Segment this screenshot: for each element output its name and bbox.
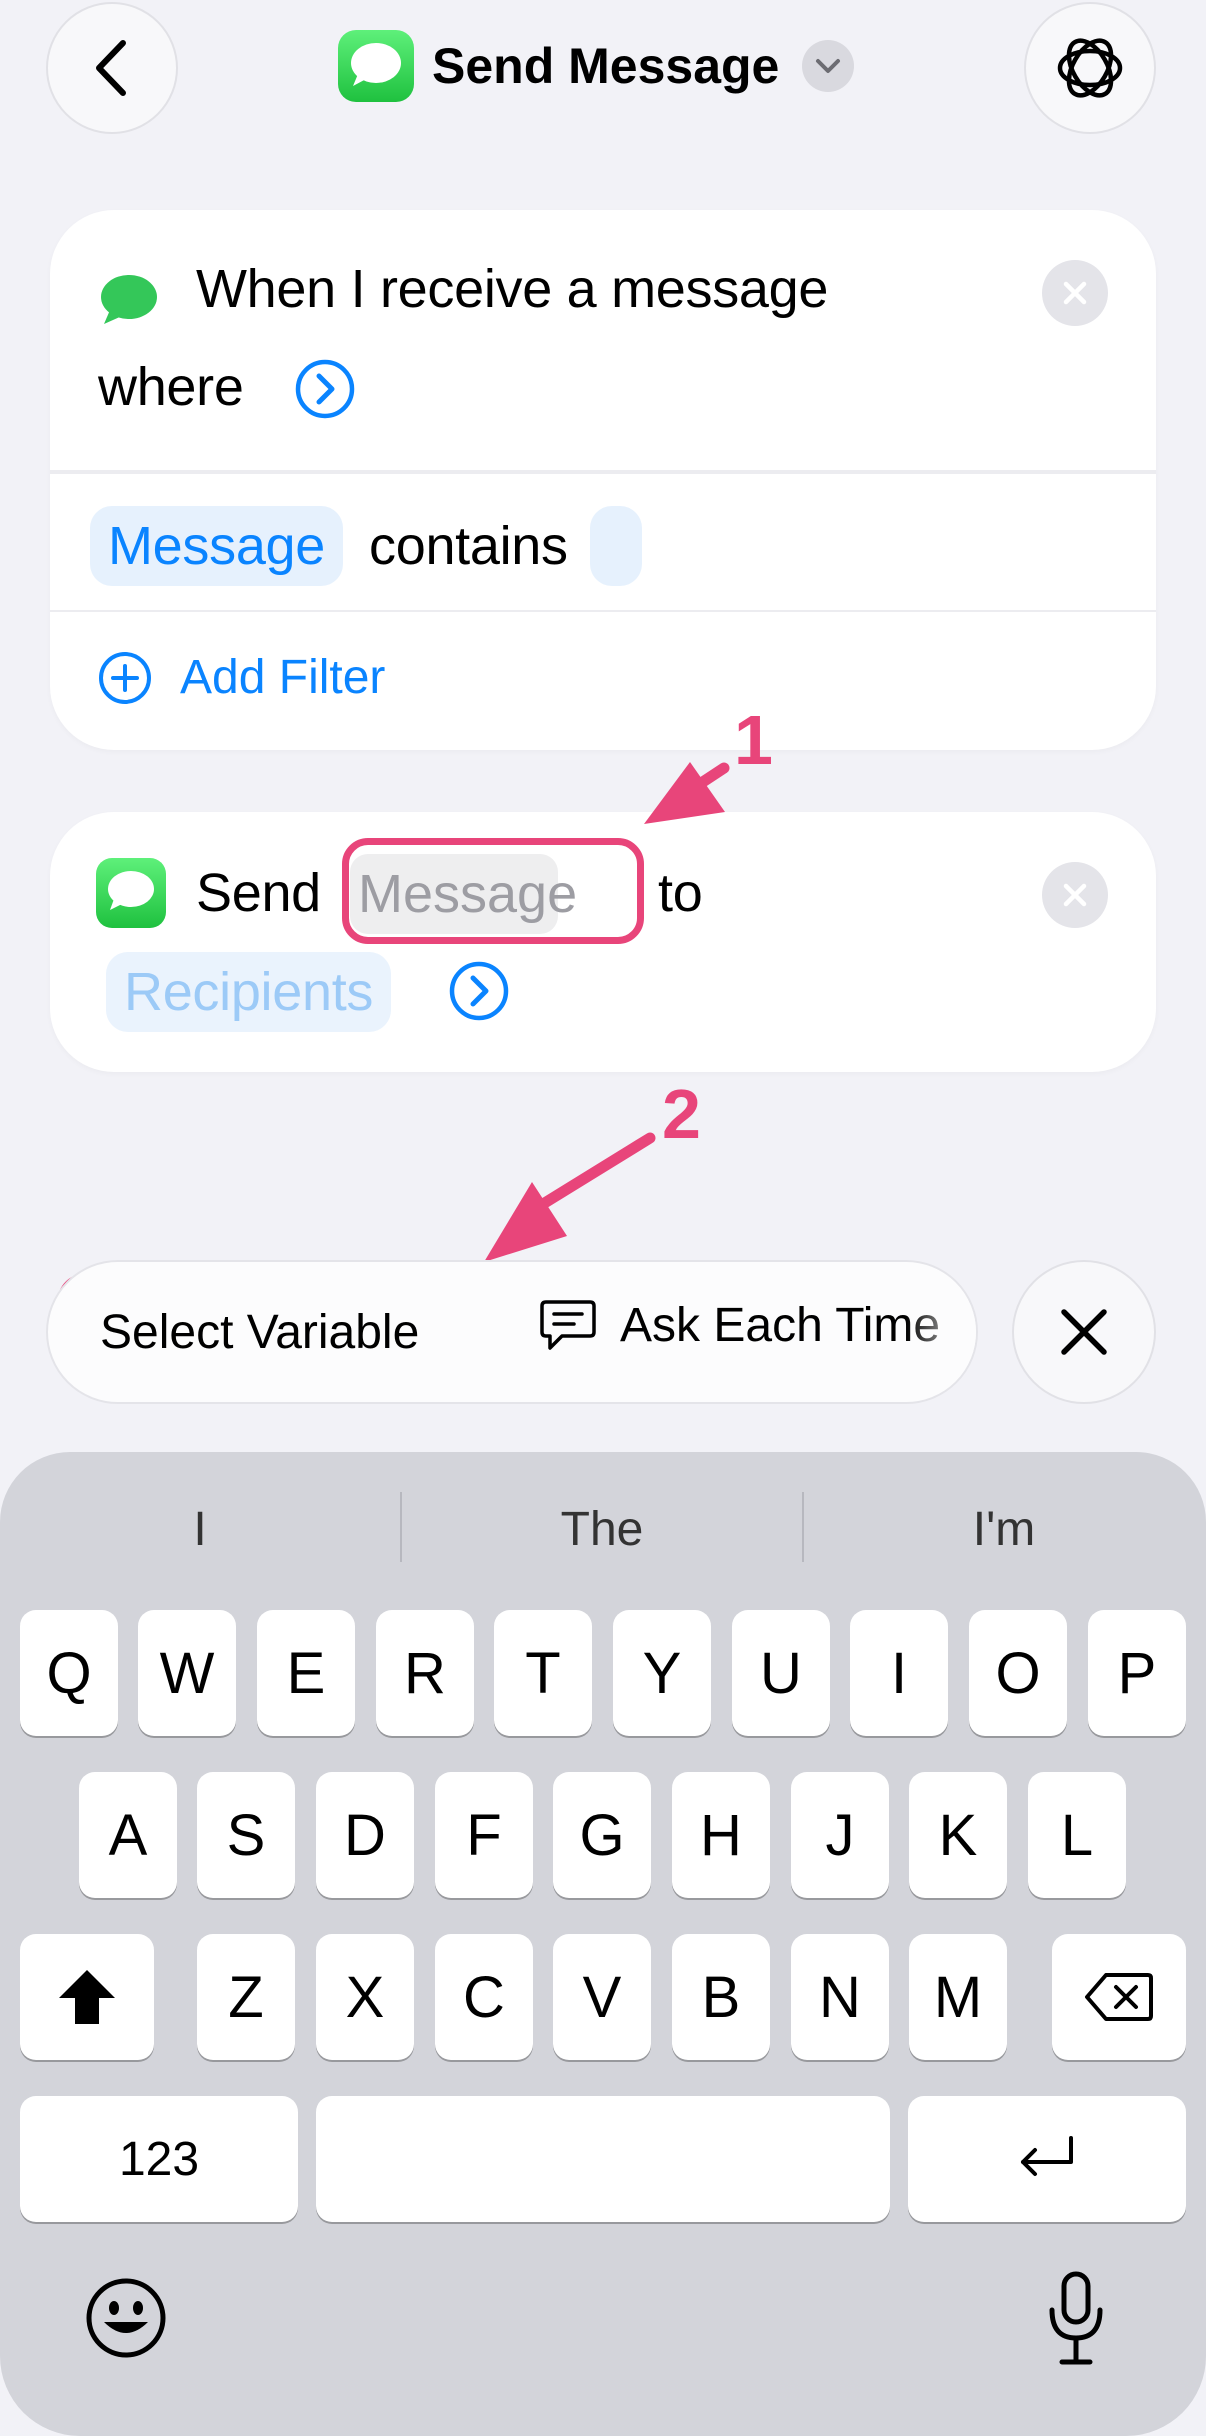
key-c[interactable]: C <box>435 1934 533 2060</box>
key-i[interactable]: I <box>850 1610 948 1736</box>
key-f[interactable]: F <box>435 1772 533 1898</box>
suggestion-1[interactable]: I <box>0 1490 400 1570</box>
dictation-key[interactable] <box>1046 2270 1106 2375</box>
key-m[interactable]: M <box>909 1934 1007 2060</box>
chevron-down-icon <box>816 59 840 73</box>
flower-icon <box>1057 38 1123 98</box>
key-b[interactable]: B <box>672 1934 770 2060</box>
key-v[interactable]: V <box>553 1934 651 2060</box>
close-icon <box>1061 1309 1107 1355</box>
annotation-arrows <box>484 762 730 1262</box>
shift-key[interactable] <box>20 1934 154 2060</box>
divider <box>50 470 1156 474</box>
step-2-label: 2 <box>662 1075 701 1153</box>
variable-bar: Select Variable Ask Each Time <box>46 1260 978 1404</box>
chat-bubble-icon <box>540 1300 596 1350</box>
message-bubble-icon <box>101 275 157 324</box>
shift-arrow-icon <box>59 1970 115 2024</box>
divider <box>50 610 1156 612</box>
key-s[interactable]: S <box>197 1772 295 1898</box>
key-j[interactable]: J <box>791 1772 889 1898</box>
key-q[interactable]: Q <box>20 1610 118 1736</box>
filter-value-token[interactable] <box>589 506 642 586</box>
fade-edge <box>906 1262 976 1402</box>
key-t[interactable]: T <box>494 1610 592 1736</box>
space-key[interactable] <box>316 2096 890 2222</box>
filter-row: Message contains <box>90 506 642 586</box>
add-filter-label: Add Filter <box>180 651 386 704</box>
filter-field-token[interactable]: Message <box>90 506 344 586</box>
return-key[interactable] <box>908 2096 1186 2222</box>
key-y[interactable]: Y <box>613 1610 711 1736</box>
trigger-card: When I receive a message where Message c… <box>50 210 1156 750</box>
page-title[interactable]: Send Message <box>432 36 779 96</box>
trigger-where: where <box>98 357 244 417</box>
expand-options-button[interactable] <box>294 358 356 425</box>
select-variable-button[interactable]: Select Variable <box>100 1308 419 1358</box>
chevron-left-icon <box>96 40 126 96</box>
key-p[interactable]: P <box>1088 1610 1186 1736</box>
return-arrow-icon <box>1021 2136 1073 2176</box>
back-button[interactable] <box>46 2 178 134</box>
microphone-icon <box>1049 2271 1103 2365</box>
dismiss-keyboard-button[interactable] <box>1012 1260 1156 1404</box>
key-a[interactable]: A <box>79 1772 177 1898</box>
emoji-icon <box>86 2278 166 2358</box>
key-u[interactable]: U <box>732 1610 830 1736</box>
numbers-key[interactable]: 123 <box>20 2096 298 2222</box>
plus-circle-icon <box>99 651 151 704</box>
suggestion-2[interactable]: The <box>402 1490 802 1570</box>
close-icon <box>1063 281 1087 305</box>
add-filter-button[interactable]: Add Filter <box>98 650 385 705</box>
backspace-icon <box>1085 1973 1153 2021</box>
title-menu-button[interactable] <box>802 40 854 92</box>
key-x[interactable]: X <box>316 1934 414 2060</box>
ask-each-time-button[interactable]: Ask Each Time <box>538 1296 940 1354</box>
key-n[interactable]: N <box>791 1934 889 2060</box>
key-l[interactable]: L <box>1028 1772 1126 1898</box>
messages-app-icon <box>338 30 414 102</box>
apple-intelligence-button[interactable] <box>1024 2 1156 134</box>
step-1-label: 1 <box>734 701 773 779</box>
filter-operator[interactable]: contains <box>369 515 568 577</box>
key-o[interactable]: O <box>969 1610 1067 1736</box>
suggestion-3[interactable]: I'm <box>804 1490 1204 1570</box>
trigger-title: When I receive a message <box>196 259 829 319</box>
key-w[interactable]: W <box>138 1610 236 1736</box>
key-z[interactable]: Z <box>197 1934 295 2060</box>
key-h[interactable]: H <box>672 1772 770 1898</box>
ask-each-time-label: Ask Each Time <box>620 1298 941 1352</box>
key-d[interactable]: D <box>316 1772 414 1898</box>
key-e[interactable]: E <box>257 1610 355 1736</box>
remove-trigger-button[interactable] <box>1042 260 1108 326</box>
key-g[interactable]: G <box>553 1772 651 1898</box>
emoji-key[interactable] <box>84 2276 168 2365</box>
delete-key[interactable] <box>1052 1934 1186 2060</box>
chevron-circle-icon <box>295 359 355 419</box>
key-r[interactable]: R <box>376 1610 474 1736</box>
key-k[interactable]: K <box>909 1772 1007 1898</box>
